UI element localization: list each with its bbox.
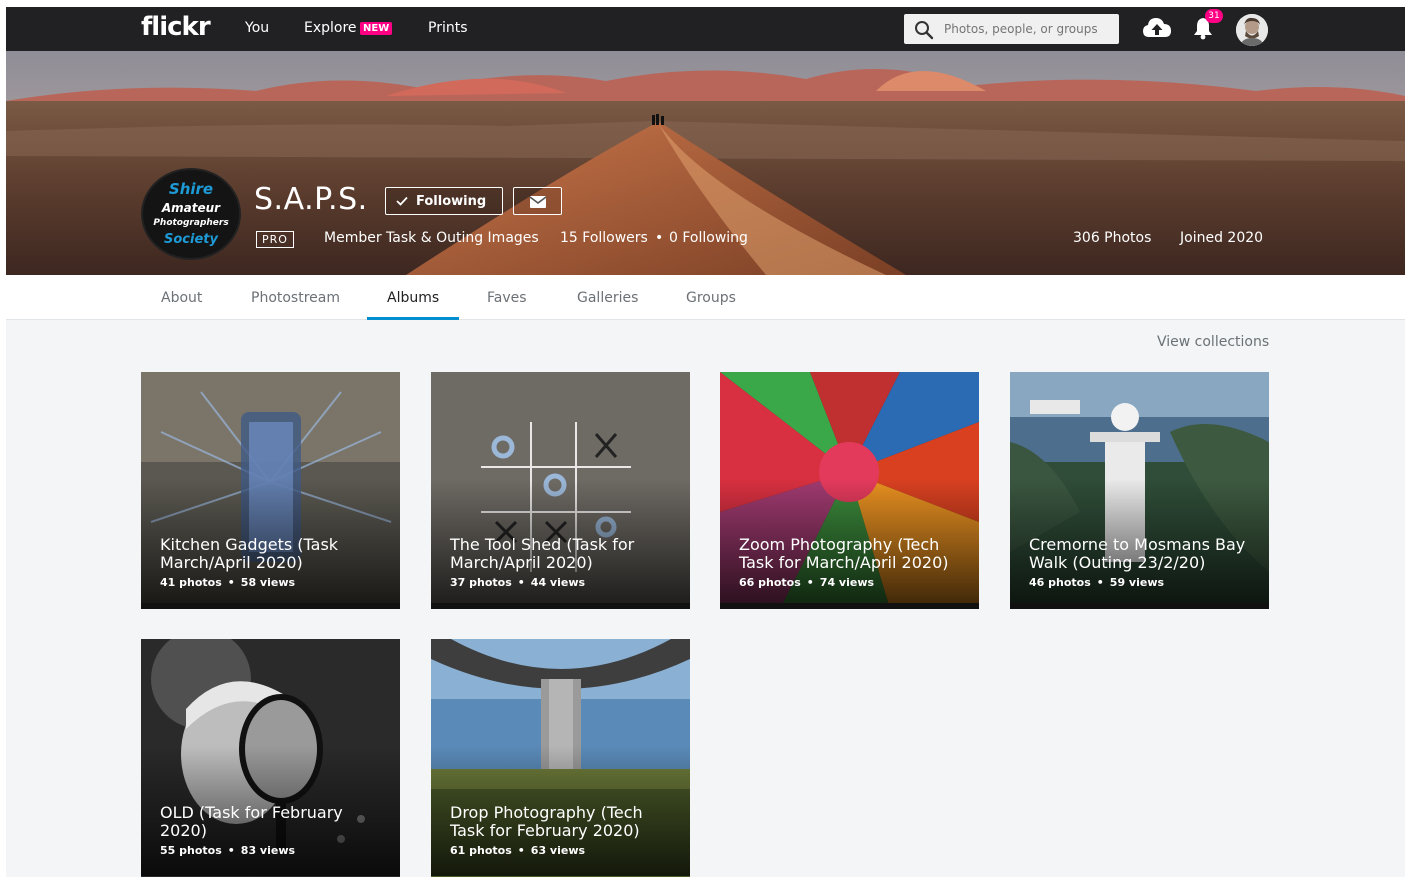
- logo-line-shire: Shire: [168, 180, 214, 198]
- logo-line-photographers: Photographers: [153, 218, 229, 228]
- album-title[interactable]: Zoom Photography (Tech Task for March/Ap…: [739, 536, 964, 572]
- tab-about[interactable]: About: [161, 290, 202, 306]
- nav-explore-link[interactable]: Explore: [304, 20, 357, 36]
- album-title[interactable]: The Tool Shed (Task for March/April 2020…: [450, 536, 675, 572]
- user-avatar[interactable]: [1236, 14, 1268, 46]
- album-stats: 46 photos • 59 views: [1029, 576, 1165, 589]
- album-title[interactable]: Kitchen Gadgets (Task March/April 2020): [160, 536, 385, 572]
- pro-badge: PRO: [256, 231, 294, 248]
- album-photo-count: 37 photos: [450, 576, 512, 589]
- profile-description: Member Task & Outing Images: [324, 230, 539, 246]
- album-photo-count: 41 photos: [160, 576, 222, 589]
- album-cover-overlay: [431, 639, 690, 876]
- album-card[interactable]: The Tool Shed (Task for March/April 2020…: [431, 372, 690, 609]
- album-footer-bar: [1010, 603, 1269, 609]
- album-photo-count: 46 photos: [1029, 576, 1091, 589]
- profile-cover-banner: Shire Amateur Photographers Society S.A.…: [6, 51, 1405, 275]
- avatar-face-icon: [1236, 14, 1268, 46]
- album-card[interactable]: Kitchen Gadgets (Task March/April 2020) …: [141, 372, 400, 609]
- album-cover-overlay: [720, 372, 979, 609]
- notification-count-badge: 31: [1205, 9, 1223, 23]
- album-footer-bar: [141, 603, 400, 609]
- following-count[interactable]: 0 Following: [669, 230, 748, 246]
- album-cover-overlay: [431, 372, 690, 609]
- album-view-count: 63 views: [530, 844, 586, 857]
- flickr-logo[interactable]: flickr: [141, 12, 211, 42]
- album-photo-count: 66 photos: [739, 576, 801, 589]
- album-cover-overlay: [1010, 372, 1269, 609]
- separator-dot: •: [655, 230, 664, 246]
- profile-tabs: About Photostream Albums Faves Galleries…: [6, 275, 1405, 320]
- album-photo-count: 61 photos: [450, 844, 512, 857]
- nav-you-link[interactable]: You: [245, 20, 269, 36]
- album-cover-overlay: [141, 372, 400, 609]
- top-navigation: flickr You Explore NEW Prints 31: [6, 7, 1405, 51]
- album-view-count: 83 views: [240, 844, 296, 857]
- album-stats: 37 photos • 44 views: [450, 576, 586, 589]
- tab-galleries[interactable]: Galleries: [577, 290, 638, 306]
- album-cover-overlay: [141, 639, 400, 876]
- album-title[interactable]: Cremorne to Mosmans Bay Walk (Outing 23/…: [1029, 536, 1254, 572]
- following-button[interactable]: Following: [385, 187, 503, 215]
- album-view-count: 58 views: [240, 576, 296, 589]
- active-tab-indicator: [367, 317, 459, 320]
- nav-prints-link[interactable]: Prints: [428, 20, 468, 36]
- album-stats: 55 photos • 83 views: [160, 844, 296, 857]
- album-title[interactable]: Drop Photography (Tech Task for February…: [450, 804, 675, 840]
- search-icon[interactable]: [914, 20, 934, 40]
- album-card[interactable]: Cremorne to Mosmans Bay Walk (Outing 23/…: [1010, 372, 1269, 609]
- album-title[interactable]: OLD (Task for February 2020): [160, 804, 385, 840]
- album-footer-bar: [720, 603, 979, 609]
- album-card[interactable]: OLD (Task for February 2020) 55 photos • 8…: [141, 639, 400, 877]
- tab-groups[interactable]: Groups: [686, 290, 736, 306]
- album-stats: 61 photos • 63 views: [450, 844, 586, 857]
- tab-albums[interactable]: Albums: [387, 290, 439, 306]
- search-input[interactable]: [944, 14, 1114, 44]
- album-view-count: 74 views: [819, 576, 875, 589]
- logo-line-amateur: Amateur: [161, 201, 221, 215]
- tab-faves[interactable]: Faves: [487, 290, 527, 306]
- upload-cloud-icon[interactable]: [1142, 15, 1172, 41]
- album-card[interactable]: Drop Photography (Tech Task for February…: [431, 639, 690, 877]
- joined-date: Joined 2020: [1180, 230, 1264, 246]
- album-footer-bar: [431, 603, 690, 609]
- envelope-icon: [530, 196, 546, 208]
- profile-name: S.A.P.S.: [254, 182, 368, 217]
- album-card[interactable]: Zoom Photography (Tech Task for March/Ap…: [720, 372, 979, 609]
- album-photo-count: 55 photos: [160, 844, 222, 857]
- checkmark-icon: [396, 196, 408, 206]
- search-box: [904, 14, 1119, 44]
- new-badge: NEW: [360, 22, 393, 35]
- view-collections-link[interactable]: View collections: [1157, 334, 1269, 350]
- album-view-count: 44 views: [530, 576, 586, 589]
- following-button-label: Following: [416, 194, 487, 209]
- followers-count[interactable]: 15 Followers: [560, 230, 648, 246]
- photos-count: 306 Photos: [1073, 230, 1152, 246]
- logo-line-society: Society: [164, 232, 218, 247]
- album-stats: 66 photos • 74 views: [739, 576, 875, 589]
- tab-photostream[interactable]: Photostream: [251, 290, 340, 306]
- message-button[interactable]: [513, 187, 562, 215]
- album-stats: 41 photos • 58 views: [160, 576, 296, 589]
- album-view-count: 59 views: [1109, 576, 1165, 589]
- saps-logo: Shire Amateur Photographers Society: [141, 168, 241, 260]
